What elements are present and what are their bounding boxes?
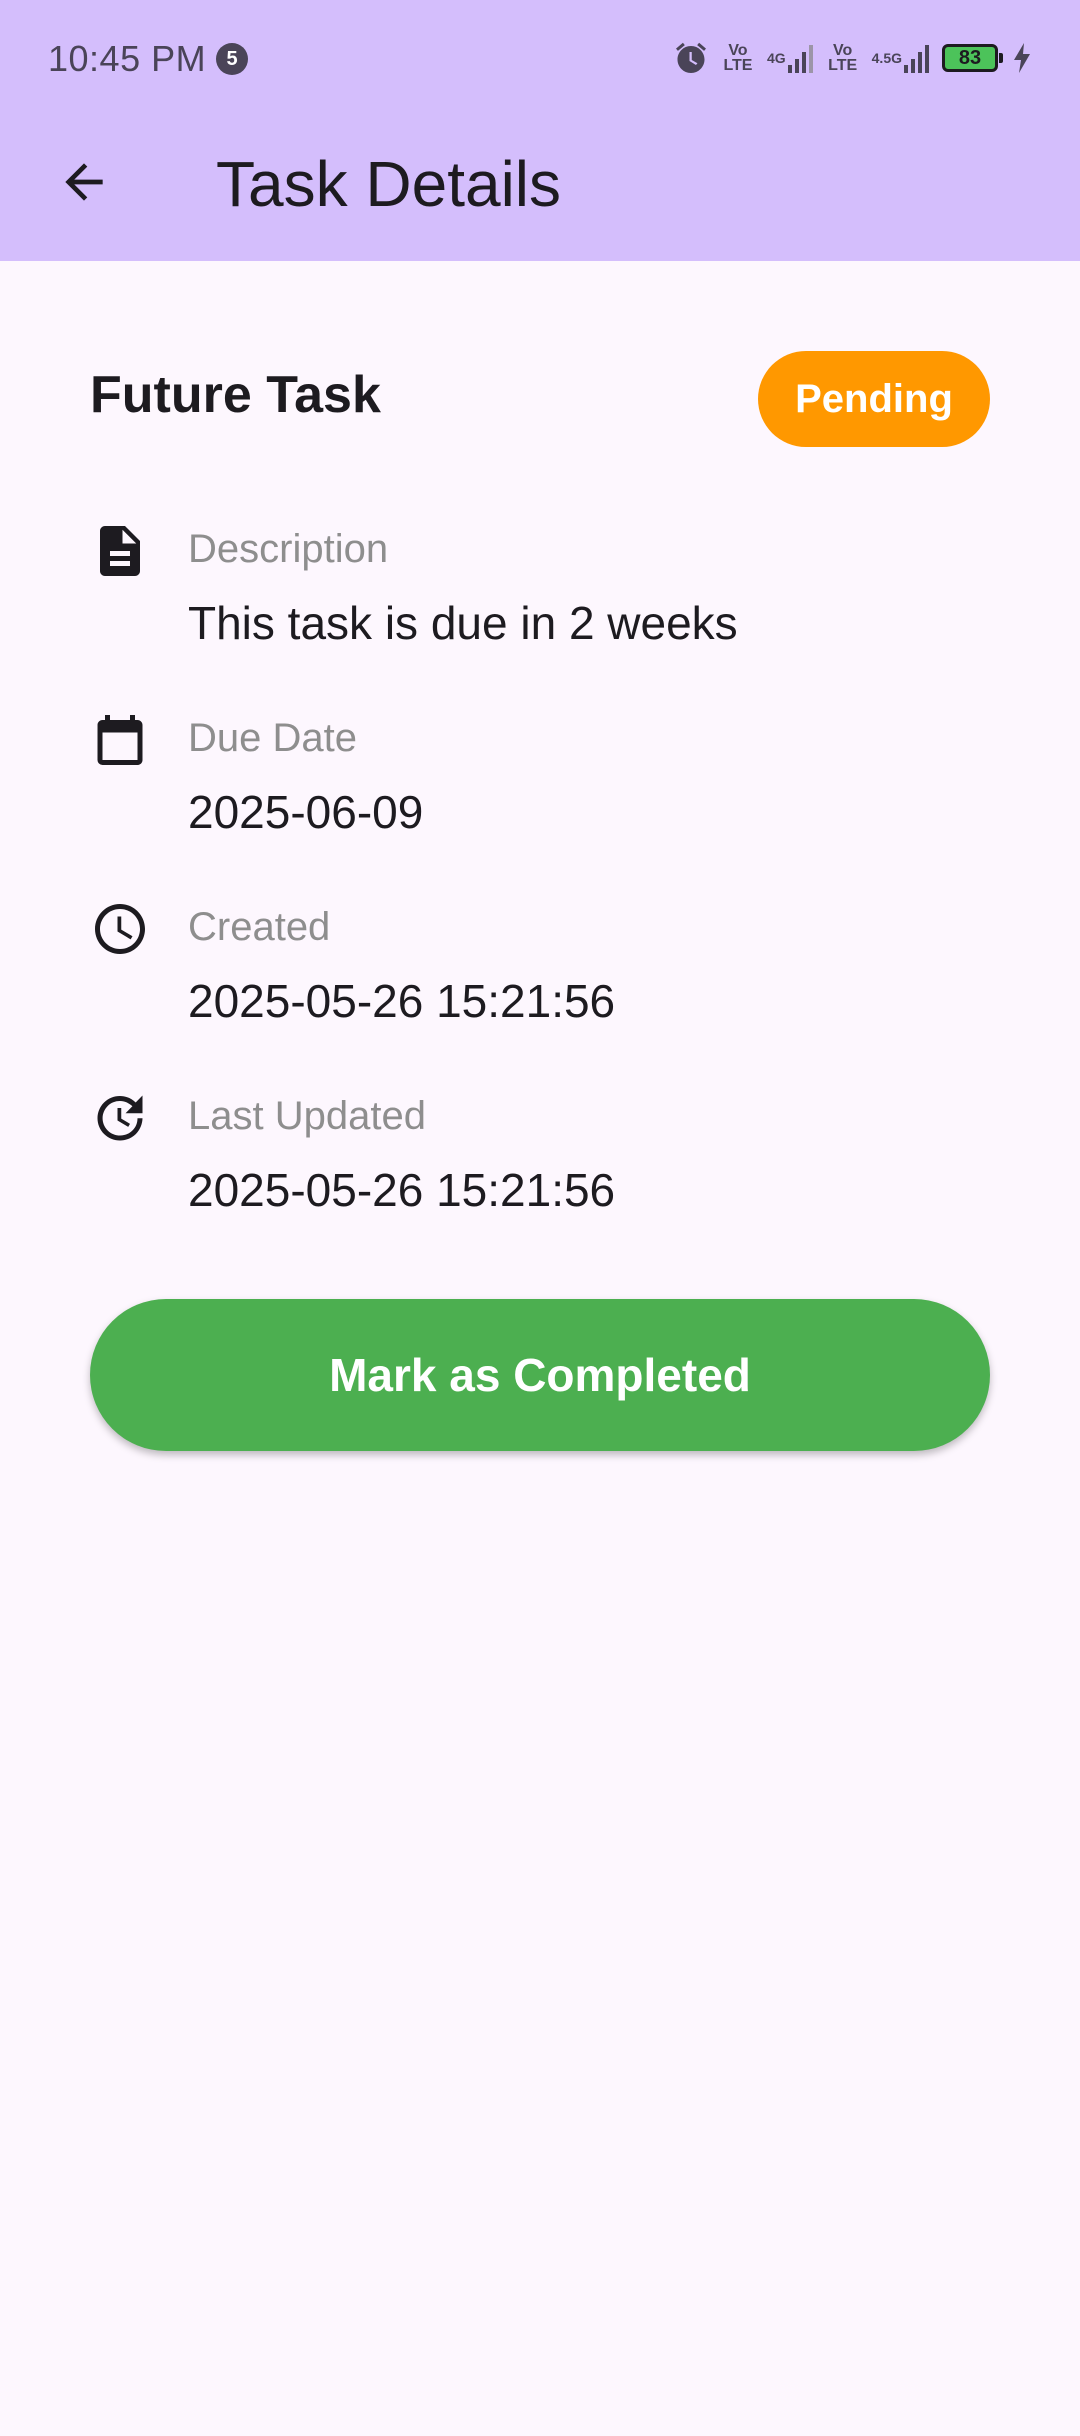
created-label: Created (188, 905, 331, 949)
clock-icon (90, 899, 150, 959)
due-date-label: Due Date (188, 716, 357, 760)
status-badge: Pending (758, 351, 990, 447)
battery-level: 83 (942, 44, 1003, 72)
description-icon (90, 521, 150, 581)
status-icons: Vo LTE 4G Vo LTE 4.5G 83 (661, 36, 1032, 80)
calendar-icon (90, 710, 150, 770)
charging-icon (1012, 43, 1032, 73)
due-date-value: 2025-06-09 (188, 786, 424, 838)
back-button[interactable] (44, 144, 124, 224)
detail-last-updated: Last Updated 2025-05-26 15:21:56 (90, 1088, 990, 1228)
alarm-icon (673, 40, 709, 76)
detail-description: Description This task is due in 2 weeks (90, 521, 990, 661)
update-icon (90, 1088, 150, 1148)
detail-created: Created 2025-05-26 15:21:56 (90, 899, 990, 1039)
notification-badge: 5 (216, 43, 248, 75)
description-value: This task is due in 2 weeks (188, 597, 738, 649)
status-bar: 10:45 PM 5 Vo LTE 4G Vo LTE 4.5G 83 (0, 0, 1080, 120)
app-bar: Task Details (0, 120, 1080, 261)
status-time: 10:45 PM (48, 38, 207, 79)
signal-icon-2: 4.5G (872, 43, 930, 73)
created-value: 2025-05-26 15:21:56 (188, 975, 616, 1027)
signal-icon: 4G (767, 43, 814, 73)
page-title: Task Details (216, 148, 561, 220)
volte-label-1: Vo LTE (723, 42, 753, 74)
last-updated-value: 2025-05-26 15:21:56 (188, 1164, 616, 1216)
last-updated-label: Last Updated (188, 1094, 426, 1138)
mark-as-completed-button[interactable]: Mark as Completed (90, 1299, 990, 1451)
arrow-back-icon (56, 154, 112, 215)
task-title: Future Task (90, 366, 381, 424)
battery-icon: 83 (942, 44, 1003, 72)
detail-due-date: Due Date 2025-06-09 (90, 710, 990, 850)
volte-label-2: Vo LTE (828, 42, 858, 74)
description-label: Description (188, 527, 389, 571)
